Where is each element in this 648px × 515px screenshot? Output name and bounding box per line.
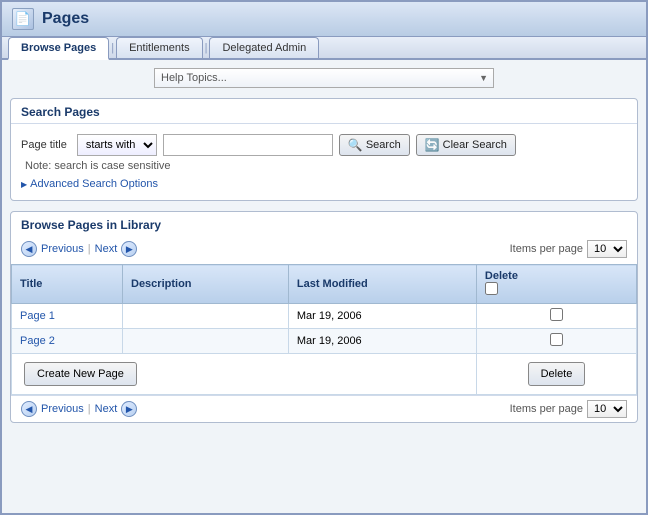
- items-per-page-select-bottom[interactable]: 5 10 20 50: [587, 400, 627, 418]
- row1-delete-checkbox[interactable]: [550, 308, 563, 321]
- row1-last-modified: Mar 19, 2006: [288, 304, 476, 329]
- bottom-nav-row: ◀ Previous | Next ▶ Items per page 5 10 …: [11, 395, 637, 422]
- col-header-title: Title: [12, 265, 123, 304]
- prev-button-bottom[interactable]: Previous: [41, 403, 84, 415]
- clear-icon: 🔄: [425, 138, 440, 152]
- tab-delegated-admin[interactable]: Delegated Admin: [209, 37, 319, 58]
- items-per-page-label-top: Items per page: [510, 243, 583, 255]
- nav-left: ◀ Previous | Next ▶: [21, 241, 137, 257]
- delete-all-checkbox[interactable]: [485, 282, 498, 295]
- row1-delete: [476, 304, 636, 329]
- top-nav-row: ◀ Previous | Next ▶ Items per page 5 10 …: [11, 236, 637, 264]
- row1-description: [123, 304, 289, 329]
- row2-delete-checkbox[interactable]: [550, 333, 563, 346]
- tab-bar: Browse Pages | Entitlements | Delegated …: [2, 37, 646, 60]
- action-buttons-row: Create New Page: [20, 358, 468, 390]
- action-row-table: Create New Page Delete: [12, 354, 637, 395]
- col-header-delete: Delete: [476, 265, 636, 304]
- row2-title: Page 2: [12, 329, 123, 354]
- row2-last-modified: Mar 19, 2006: [288, 329, 476, 354]
- help-row: Help Topics...: [10, 68, 638, 88]
- create-new-page-button[interactable]: Create New Page: [24, 362, 137, 386]
- search-button[interactable]: 🔍 Search: [339, 134, 410, 156]
- search-note: Note: search is case sensitive: [21, 160, 627, 172]
- page2-link[interactable]: Page 2: [20, 335, 55, 347]
- tab-browse-pages[interactable]: Browse Pages: [8, 37, 109, 60]
- search-panel-title: Search Pages: [11, 99, 637, 124]
- prev-icon-bottom: ◀: [21, 401, 37, 417]
- action-cell: Create New Page: [12, 354, 477, 395]
- browse-panel-title: Browse Pages in Library: [11, 212, 637, 236]
- pages-table: Title Description Last Modified Delete P…: [11, 264, 637, 395]
- prev-button-top[interactable]: Previous: [41, 243, 84, 255]
- search-icon: 🔍: [348, 138, 363, 152]
- page1-link[interactable]: Page 1: [20, 310, 55, 322]
- col-header-description: Description: [123, 265, 289, 304]
- browse-panel: Browse Pages in Library ◀ Previous | Nex…: [10, 211, 638, 423]
- row2-delete: [476, 329, 636, 354]
- items-per-page-select-top[interactable]: 5 10 20 50: [587, 240, 627, 258]
- table-row: Page 1 Mar 19, 2006: [12, 304, 637, 329]
- prev-icon-top: ◀: [21, 241, 37, 257]
- search-panel: Search Pages Page title starts with cont…: [10, 98, 638, 201]
- help-select-wrap: Help Topics...: [154, 68, 494, 88]
- delete-action-cell: Delete: [476, 354, 636, 395]
- bottom-nav-left: ◀ Previous | Next ▶: [21, 401, 137, 417]
- help-topics-select[interactable]: Help Topics...: [154, 68, 494, 88]
- next-icon-bottom: ▶: [121, 401, 137, 417]
- next-icon-top: ▶: [121, 241, 137, 257]
- main-window: 📄 Pages Browse Pages | Entitlements | De…: [0, 0, 648, 515]
- row2-description: [123, 329, 289, 354]
- items-per-page-top: Items per page 5 10 20 50: [510, 240, 627, 258]
- title-bar: 📄 Pages: [2, 2, 646, 37]
- advanced-search-link[interactable]: Advanced Search Options: [21, 178, 627, 190]
- search-row: Page title starts with contains ends wit…: [21, 134, 627, 156]
- next-button-top[interactable]: Next: [95, 243, 118, 255]
- page-title-label: Page title: [21, 139, 67, 151]
- window-icon: 📄: [12, 8, 34, 30]
- search-input[interactable]: [163, 134, 333, 156]
- row1-title: Page 1: [12, 304, 123, 329]
- search-panel-body: Page title starts with contains ends wit…: [11, 124, 637, 200]
- items-per-page-bottom: Items per page 5 10 20 50: [510, 400, 627, 418]
- tab-entitlements[interactable]: Entitlements: [116, 37, 203, 58]
- search-condition-select[interactable]: starts with contains ends with equals: [77, 134, 157, 156]
- content-area: Help Topics... Search Pages Page title s…: [2, 60, 646, 513]
- col-header-last-modified: Last Modified: [288, 265, 476, 304]
- clear-search-button[interactable]: 🔄 Clear Search: [416, 134, 516, 156]
- items-per-page-label-bottom: Items per page: [510, 403, 583, 415]
- window-title: Pages: [42, 10, 89, 28]
- table-row: Page 2 Mar 19, 2006: [12, 329, 637, 354]
- delete-button[interactable]: Delete: [528, 362, 586, 386]
- next-button-bottom[interactable]: Next: [95, 403, 118, 415]
